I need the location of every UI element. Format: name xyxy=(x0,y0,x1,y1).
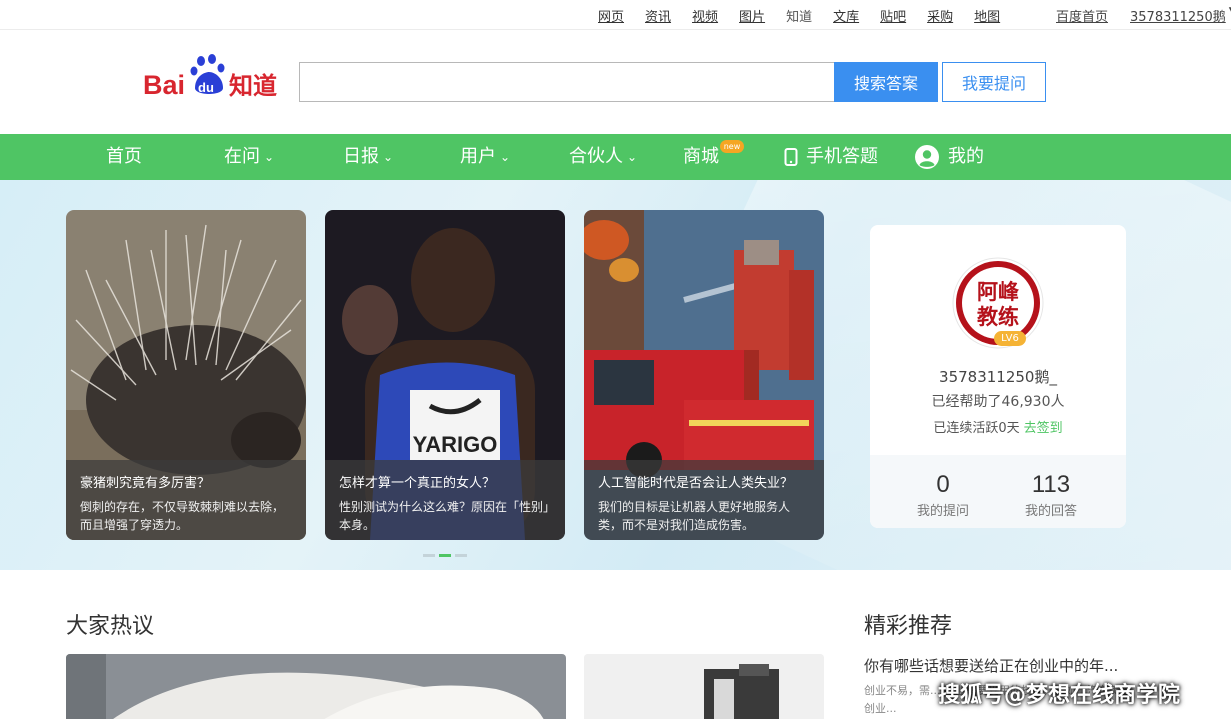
nav-mall[interactable]: 商城 xyxy=(683,134,719,180)
recommendations-title: 精彩推荐 xyxy=(864,614,953,639)
checkin-link[interactable]: 去签到 xyxy=(1024,421,1063,436)
nav-label: 合伙人 xyxy=(569,146,623,167)
product-links: 网页 资讯 视频 图片 知道 文库 贴吧 采购 地图 xyxy=(598,6,1021,25)
svg-text:教练: 教练 xyxy=(977,304,1019,329)
carousel-dot[interactable] xyxy=(455,554,467,557)
active-streak: 已连续活跃0天 去签到 xyxy=(870,417,1126,436)
phone-icon xyxy=(784,148,798,166)
card-caption: 人工智能时代是否会让人类失业？ 我们的目标是让机器人更好地服务人类，而不是对我们… xyxy=(584,460,824,540)
streak-text: 已连续活跃0天 xyxy=(933,421,1020,436)
nav-label: 日报 xyxy=(343,146,379,167)
nav-users[interactable]: 用户 ⌄ xyxy=(460,134,510,180)
nav-label: 首页 xyxy=(106,146,142,167)
nav-label: 商城 xyxy=(683,146,719,167)
link-web[interactable]: 网页 xyxy=(598,6,624,25)
card-caption: 豪猪刺究竟有多厉害？ 倒刺的存在，不仅导致棘刺难以去除，而且增强了穿透力。 xyxy=(66,460,306,540)
chevron-down-icon: ⌄ xyxy=(383,150,394,164)
top-right-links: 百度首页 3578311250鹅 ▼ xyxy=(1056,6,1231,25)
hot-topic-image-bed[interactable] xyxy=(66,654,566,719)
baidu-home-link[interactable]: 百度首页 xyxy=(1056,6,1108,25)
level-badge: LV6 xyxy=(994,331,1026,346)
carousel-dot-active[interactable] xyxy=(439,554,451,557)
user-icon xyxy=(915,145,939,169)
link-news[interactable]: 资讯 xyxy=(645,6,671,25)
carousel-dot[interactable] xyxy=(423,554,435,557)
questions-label: 我的提问 xyxy=(916,504,969,519)
card-title: 豪猪刺究竟有多厉害？ xyxy=(80,476,211,491)
nav-mobile-answer[interactable]: 手机答题 xyxy=(784,134,878,180)
nav-daily[interactable]: 日报 ⌄ xyxy=(343,134,393,180)
hot-discussion-title: 大家热议 xyxy=(66,614,155,639)
answers-count: 113 xyxy=(1031,471,1071,498)
search-answer-button[interactable]: 搜索答案 xyxy=(834,62,938,102)
my-answers-stat[interactable]: 113 我的回答 xyxy=(1001,471,1101,519)
nav-label: 在问 xyxy=(224,146,260,167)
helped-count: 已经帮助了46,930人 xyxy=(931,394,1065,410)
card-description: 倒刺的存在，不仅导致棘刺难以去除，而且增强了穿透力。 xyxy=(80,500,285,532)
chevron-down-icon: ⌄ xyxy=(500,150,511,164)
chevron-down-icon: ⌄ xyxy=(264,150,275,164)
link-images[interactable]: 图片 xyxy=(739,6,765,25)
top-bar: 网页 资讯 视频 图片 知道 文库 贴吧 采购 地图 百度首页 35783112… xyxy=(0,0,1231,30)
user-panel: 阿峰 教练 LV6 3578311250鹅_ 已经帮助了46,930人 已连续活… xyxy=(870,225,1126,528)
nav-label: 手机答题 xyxy=(806,146,878,167)
new-badge: new xyxy=(720,140,744,153)
link-tieba[interactable]: 贴吧 xyxy=(880,6,906,25)
nav-partners[interactable]: 合伙人 ⌄ xyxy=(569,134,637,180)
nav-mine[interactable]: 我的 xyxy=(915,134,984,180)
user-menu-link[interactable]: 3578311250鹅 xyxy=(1130,6,1226,25)
nav-asking[interactable]: 在问 ⌄ xyxy=(224,134,274,180)
hot-topic-image-desk[interactable] xyxy=(584,654,824,719)
link-video[interactable]: 视频 xyxy=(692,6,718,25)
link-map[interactable]: 地图 xyxy=(974,6,1000,25)
card-caption: 怎样才算一个真正的女人？ 性别测试为什么这么难？原因在「性别」本身。 xyxy=(325,460,565,540)
link-wenku[interactable]: 文库 xyxy=(833,6,859,25)
answers-label: 我的回答 xyxy=(1024,504,1077,519)
nav-label: 用户 xyxy=(460,146,496,167)
ask-question-button[interactable]: 我要提问 xyxy=(942,62,1046,102)
card-title: 人工智能时代是否会让人类失业？ xyxy=(598,476,794,491)
questions-count: 0 xyxy=(936,471,950,498)
svg-text:Bai: Bai xyxy=(143,70,185,100)
nav-label: 我的 xyxy=(948,146,984,167)
featured-card-runner[interactable]: YARIGO 怎样才算一个真正的女人？ 性别测试为什么这么难？原因在「性别」本身… xyxy=(325,210,565,540)
watermark: 搜狐号@梦想在线商学院 xyxy=(938,683,1181,708)
featured-card-robot[interactable]: 人工智能时代是否会让人类失业？ 我们的目标是让机器人更好地服务人类，而不是对我们… xyxy=(584,210,824,540)
card-description: 性别测试为什么这么难？原因在「性别」本身。 xyxy=(339,500,550,532)
baidu-zhidao-logo[interactable]: Bai du 知道 xyxy=(143,52,283,100)
carousel-dots xyxy=(423,554,467,557)
svg-text:阿峰: 阿峰 xyxy=(977,279,1019,304)
panel-username[interactable]: 3578311250鹅_ xyxy=(870,366,1126,387)
link-zhidao[interactable]: 知道 xyxy=(786,6,812,25)
link-caigou[interactable]: 采购 xyxy=(927,6,953,25)
card-description: 我们的目标是让机器人更好地服务人类，而不是对我们造成伤害。 xyxy=(598,500,791,532)
my-questions-stat[interactable]: 0 我的提问 xyxy=(893,471,993,519)
svg-text:知道: 知道 xyxy=(229,72,277,100)
nav-home[interactable]: 首页 xyxy=(106,134,142,180)
chevron-down-icon: ⌄ xyxy=(627,150,638,164)
recommendation-item-title[interactable]: 你有哪些话想要送给正在创业中的年... xyxy=(864,655,1118,676)
main-nav: 首页 在问 ⌄ 日报 ⌄ 用户 ⌄ 合伙人 ⌄ 商城 手机答题 我的 xyxy=(0,134,1231,180)
featured-card-porcupine[interactable]: 豪猪刺究竟有多厉害？ 倒刺的存在，不仅导致棘刺难以去除，而且增强了穿透力。 xyxy=(66,210,306,540)
card-title: 怎样才算一个真正的女人？ xyxy=(339,476,496,491)
bib-number: YARIGO xyxy=(413,432,498,457)
search-input[interactable] xyxy=(299,62,835,102)
svg-text:du: du xyxy=(198,80,214,95)
